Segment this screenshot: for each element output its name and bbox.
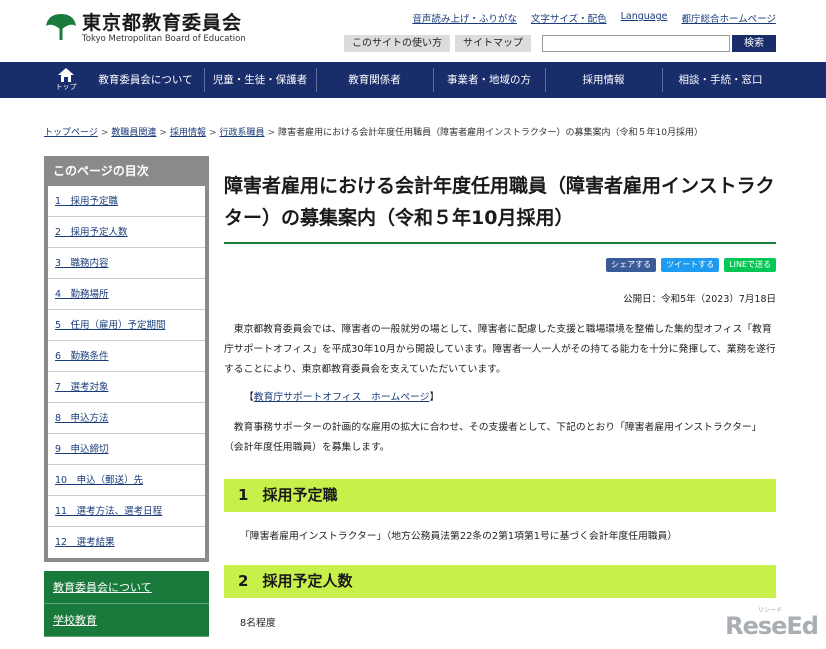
toc-link-4[interactable]: 4 勤務場所 [55, 289, 109, 300]
toc-link-3[interactable]: 3 職務内容 [55, 258, 109, 269]
breadcrumb-separator: > [100, 128, 109, 138]
twitter-share-button[interactable]: ツイートする [661, 258, 720, 272]
breadcrumb-separator: > [208, 128, 217, 138]
toc-item: 9 申込締切 [48, 434, 205, 465]
toc-link-1[interactable]: 1 採用予定職 [55, 196, 118, 207]
toc-title: このページの目次 [53, 164, 149, 178]
site-logo[interactable]: 東京都教育委員会 Tokyo Metropolitan Board of Edu… [44, 12, 246, 45]
toc-link-2[interactable]: 2 採用予定人数 [55, 227, 128, 238]
breadcrumb-link-recruit[interactable]: 採用情報 [170, 128, 206, 138]
section-number: 1 [238, 486, 249, 504]
nav-item-students[interactable]: 児童・生徒・保護者 [205, 62, 315, 98]
sub-buttons: このサイトの使い方 サイトマップ [344, 35, 531, 52]
bracket-close: 】 [429, 392, 440, 403]
toc-item: 4 勤務場所 [48, 279, 205, 310]
toc-item: 1 採用予定職 [48, 186, 205, 217]
section-body-2: 8名程度 [240, 618, 276, 629]
breadcrumb-link-top[interactable]: トップページ [44, 128, 98, 138]
breadcrumb: トップページ > 教職員関連 > 採用情報 > 行政系職員 > 障害者雇用における会計年度任用職… [44, 125, 703, 138]
toc-list: 1 採用予定職 2 採用予定人数 3 職務内容 4 勤務場所 5 任用（雇用）予… [48, 186, 205, 558]
breadcrumb-link-staff[interactable]: 教職員関連 [111, 128, 156, 138]
page-toc: このページの目次 1 採用予定職 2 採用予定人数 3 職務内容 4 勤務場所 … [44, 156, 209, 562]
nav-item-educators[interactable]: 教育関係者 [317, 62, 432, 98]
utility-links: 音声読み上げ・ふりがな 文字サイズ・配色 Language 都庁総合ホームページ [412, 11, 776, 25]
publish-date: 公開日：令和5年（2023）7月18日 [623, 294, 776, 305]
text-size-link[interactable]: 文字サイズ・配色 [531, 11, 607, 25]
toc-item: 11 選考方法、選考日程 [48, 496, 205, 527]
side-nav-board[interactable]: 教育委員会について [44, 571, 209, 604]
toc-item: 12 選考結果 [48, 527, 205, 558]
facebook-share-button[interactable]: シェアする [606, 258, 657, 272]
nav-home[interactable]: トップ [45, 62, 87, 98]
toc-item: 7 選考対象 [48, 372, 205, 403]
support-office-link-row: 【教育庁サポートオフィス ホームページ】 [244, 388, 439, 408]
language-link[interactable]: Language [621, 11, 668, 25]
logo-title-ja: 東京都教育委員会 [82, 12, 243, 34]
toc-item: 10 申込（郵送）先 [48, 465, 205, 496]
section-title: 採用予定職 [262, 486, 338, 504]
section-title: 採用予定人数 [262, 572, 353, 590]
toc-item: 6 勤務条件 [48, 341, 205, 372]
nav-item-business[interactable]: 事業者・地域の方 [434, 62, 544, 98]
search-button[interactable]: 検索 [732, 35, 776, 52]
home-icon [58, 68, 74, 82]
recruit-paragraph: 教育事務サポーターの計画的な雇用の拡大に合わせ、その支援者として、下記のとおり「… [224, 422, 762, 453]
section-heading-1: 1 採用予定職 [224, 479, 776, 512]
nav-home-label: トップ [55, 83, 77, 91]
ginkgo-logo-icon [46, 14, 76, 40]
toc-link-11[interactable]: 11 選考方法、選考日程 [55, 506, 162, 517]
toc-link-6[interactable]: 6 勤務条件 [55, 351, 109, 362]
section-number: 2 [238, 572, 249, 590]
nav-item-consult[interactable]: 相談・手続・窓口 [663, 62, 778, 98]
toc-item: 2 採用予定人数 [48, 217, 205, 248]
logo-title-en: Tokyo Metropolitan Board of Education [82, 34, 246, 44]
side-nav-school[interactable]: 学校教育 [44, 604, 209, 637]
line-share-button[interactable]: LINEで送る [724, 258, 776, 272]
intro-paragraph: 東京都教育委員会では、障害者の一般就労の場として、障害者に配慮した支援と職場環境… [224, 324, 776, 375]
support-office-link[interactable]: 教育庁サポートオフィス ホームページ [254, 392, 430, 403]
breadcrumb-current: 障害者雇用における会計年度任用職員（障害者雇用インストラクター）の募集案内（令和… [278, 128, 703, 138]
sitemap-button[interactable]: サイトマップ [455, 35, 531, 52]
nav-item-recruit[interactable]: 採用情報 [546, 62, 661, 98]
toc-link-10[interactable]: 10 申込（郵送）先 [55, 475, 143, 486]
section-body-1: 「障害者雇用インストラクター」（地方公務員法第22条の2第1項第1号に基づく会計… [240, 531, 678, 542]
toc-link-7[interactable]: 7 選考対象 [55, 382, 109, 393]
toc-link-9[interactable]: 9 申込締切 [55, 444, 109, 455]
breadcrumb-link-admin[interactable]: 行政系職員 [220, 128, 265, 138]
how-to-use-button[interactable]: このサイトの使い方 [344, 35, 450, 52]
side-nav: 教育委員会について 学校教育 [44, 571, 209, 637]
share-buttons: シェアする ツイートする LINEで送る [606, 258, 776, 272]
main-content: 障害者雇用における会計年度任用職員（障害者雇用インストラクター）の募集案内（令和… [224, 156, 776, 629]
watermark-logo: ReseEd [725, 612, 819, 640]
toc-link-8[interactable]: 8 申込方法 [55, 413, 109, 424]
section-heading-2: 2 採用予定人数 [224, 565, 776, 598]
breadcrumb-separator: > [159, 128, 167, 138]
toc-item: 5 任用（雇用）予定期間 [48, 310, 205, 341]
nav-item-board[interactable]: 教育委員会について [88, 62, 203, 98]
toc-item: 8 申込方法 [48, 403, 205, 434]
site-header: 東京都教育委員会 Tokyo Metropolitan Board of Edu… [0, 0, 826, 62]
global-nav: トップ 教育委員会について 児童・生徒・保護者 教育関係者 事業者・地域の方 採… [0, 62, 826, 98]
toc-item: 3 職務内容 [48, 248, 205, 279]
furigana-link[interactable]: 音声読み上げ・ふりがな [412, 11, 517, 25]
toc-link-5[interactable]: 5 任用（雇用）予定期間 [55, 320, 166, 331]
breadcrumb-separator: > [267, 128, 276, 138]
toc-link-12[interactable]: 12 選考結果 [55, 537, 115, 548]
metro-home-link[interactable]: 都庁総合ホームページ [681, 11, 776, 25]
search-input[interactable] [542, 35, 730, 52]
page-title: 障害者雇用における会計年度任用職員（障害者雇用インストラクター）の募集案内（令和… [224, 170, 776, 244]
bracket-open: 【 [244, 392, 254, 403]
